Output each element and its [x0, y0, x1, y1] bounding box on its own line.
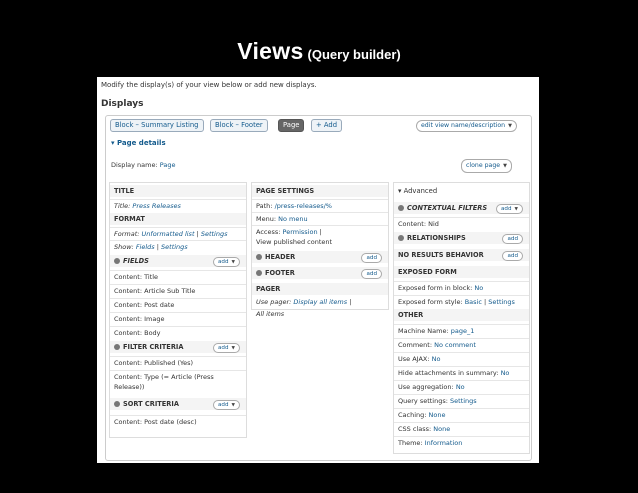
view-published-link[interactable]: View published content — [252, 236, 388, 248]
show-value-link[interactable]: Fields — [136, 243, 155, 251]
theme-link[interactable]: Information — [425, 439, 463, 447]
caching-row: Caching: None — [394, 408, 529, 421]
query-settings-row: Query settings: Settings — [394, 394, 529, 407]
caching-link[interactable]: None — [429, 411, 446, 419]
tab-page[interactable]: Page — [278, 119, 305, 132]
filter-item-continued[interactable]: Release)) — [110, 381, 246, 393]
hide-attachments-row: Hide attachments in summary: No — [394, 366, 529, 379]
views-screenshot: Modify the display(s) of your view below… — [97, 77, 539, 463]
tab-block-footer[interactable]: Block – Footer — [210, 119, 268, 132]
chevron-down-icon: ▼ — [231, 260, 235, 265]
gear-icon[interactable] — [256, 270, 262, 276]
contextual-add-button[interactable]: add ▼ — [496, 204, 523, 214]
displays-heading: Displays — [101, 99, 144, 109]
use-aggregation-row: Use aggregation: No — [394, 380, 529, 393]
relationships-add-button[interactable]: add — [502, 234, 523, 244]
contextual-filter-item[interactable]: Content: Nid — [394, 217, 529, 230]
comment-link[interactable]: No comment — [434, 341, 476, 349]
use-ajax-row: Use AJAX: No — [394, 352, 529, 365]
gear-icon[interactable] — [398, 205, 404, 211]
gear-icon[interactable] — [114, 344, 120, 350]
theme-row: Theme: Information — [394, 436, 529, 449]
intro-text: Modify the display(s) of your view below… — [101, 81, 317, 89]
filter-add-button[interactable]: add ▼ — [213, 343, 240, 353]
show-row: Show: Fields | Settings — [110, 240, 246, 253]
header-add-button[interactable]: add — [361, 253, 382, 263]
title-heading: TITLE — [110, 185, 246, 197]
chevron-down-icon: ▼ — [508, 123, 512, 129]
slide-title-main: Views — [237, 38, 304, 64]
machine-name-row: Machine Name: page_1 — [394, 324, 529, 337]
format-settings-link[interactable]: Settings — [201, 230, 228, 238]
format-row: Format: Unformatted list | Settings — [110, 227, 246, 240]
page-settings-heading: PAGE SETTINGS — [252, 185, 388, 197]
displays-frame: Block – Summary Listing Block – Footer P… — [105, 115, 532, 461]
field-item[interactable]: Content: Article Sub Title — [110, 284, 246, 297]
other-heading: OTHER — [394, 309, 529, 321]
use-ajax-link[interactable]: No — [432, 355, 441, 363]
path-row: Path: /press-releases/% — [252, 199, 388, 212]
advanced-toggle[interactable]: ▾ Advanced — [394, 185, 529, 197]
field-item[interactable]: Content: Title — [110, 270, 246, 283]
show-settings-link[interactable]: Settings — [161, 243, 188, 251]
edit-view-name-label: edit view name/description — [421, 122, 506, 129]
format-value-link[interactable]: Unformatted list — [142, 230, 195, 238]
chevron-down-icon: ▼ — [514, 207, 518, 212]
chevron-down-icon: ▼ — [503, 163, 507, 169]
access-link[interactable]: Permission — [283, 228, 318, 236]
pager-link[interactable]: Display all items — [293, 298, 347, 306]
display-name-label: Display name: — [111, 161, 158, 169]
css-class-link[interactable]: None — [433, 425, 450, 433]
display-name-value[interactable]: Page — [160, 161, 176, 169]
path-link[interactable]: /press-releases/% — [275, 202, 332, 210]
no-results-add-button[interactable]: add — [502, 251, 523, 261]
gear-icon[interactable] — [114, 401, 120, 407]
gear-icon[interactable] — [114, 258, 120, 264]
machine-name-link[interactable]: page_1 — [451, 327, 475, 335]
exposed-form-heading: EXPOSED FORM — [394, 266, 529, 278]
slide-subtitle: (Query builder) — [307, 47, 401, 62]
pager-row: Use pager: Display all items | — [256, 298, 352, 306]
field-item[interactable]: Content: Image — [110, 312, 246, 325]
pager-all-items-link[interactable]: All items — [252, 308, 388, 320]
chevron-down-icon: ▼ — [231, 403, 235, 408]
field-item[interactable]: Content: Body — [110, 326, 246, 339]
exposed-block-row: Exposed form in block: No — [394, 281, 529, 294]
add-display-button[interactable]: + Add — [311, 119, 343, 132]
exposed-style-settings-link[interactable]: Settings — [488, 298, 515, 306]
tab-block-summary-listing[interactable]: Block – Summary Listing — [110, 119, 204, 132]
filter-item[interactable]: Content: Published (Yes) — [110, 356, 246, 369]
title-row[interactable]: Title: Press Releases — [110, 199, 246, 212]
css-class-row: CSS class: None — [394, 422, 529, 435]
sort-item[interactable]: Content: Post date (desc) — [110, 415, 246, 428]
slide-title: Views (Query builder) — [0, 38, 638, 65]
use-aggregation-link[interactable]: No — [456, 383, 465, 391]
format-heading: FORMAT — [110, 213, 246, 225]
display-name-row: Display name: Page — [111, 161, 175, 169]
page-details-toggle[interactable]: ▾ Page details — [111, 139, 166, 147]
exposed-block-link[interactable]: No — [474, 284, 483, 292]
menu-row: Menu: No menu — [252, 212, 388, 225]
column-middle: PAGE SETTINGS Path: /press-releases/% Me… — [251, 182, 389, 318]
exposed-style-row: Exposed form style: Basic | Settings — [394, 295, 529, 308]
comment-row: Comment: No comment — [394, 338, 529, 351]
footer-add-button[interactable]: add — [361, 269, 382, 279]
sort-add-button[interactable]: add ▼ — [213, 400, 240, 410]
clone-page-label: clone page — [466, 162, 501, 169]
exposed-style-link[interactable]: Basic — [465, 298, 482, 306]
chevron-down-icon: ▼ — [231, 346, 235, 351]
clone-page-button[interactable]: clone page ▼ — [461, 159, 512, 173]
menu-link[interactable]: No menu — [278, 215, 307, 223]
query-settings-link[interactable]: Settings — [450, 397, 477, 405]
gear-icon[interactable] — [256, 254, 262, 260]
gear-icon[interactable] — [398, 235, 404, 241]
pager-heading: PAGER — [252, 283, 388, 295]
fields-add-button[interactable]: add ▼ — [213, 257, 240, 267]
edit-view-name-button[interactable]: edit view name/description ▼ — [416, 120, 517, 132]
column-left: TITLE Title: Press Releases FORMAT Forma… — [109, 182, 247, 438]
field-item[interactable]: Content: Post date — [110, 298, 246, 311]
column-right: ▾ Advanced CONTEXTUAL FILTERS add ▼ Conte… — [393, 182, 530, 454]
hide-attachments-link[interactable]: No — [501, 369, 510, 377]
